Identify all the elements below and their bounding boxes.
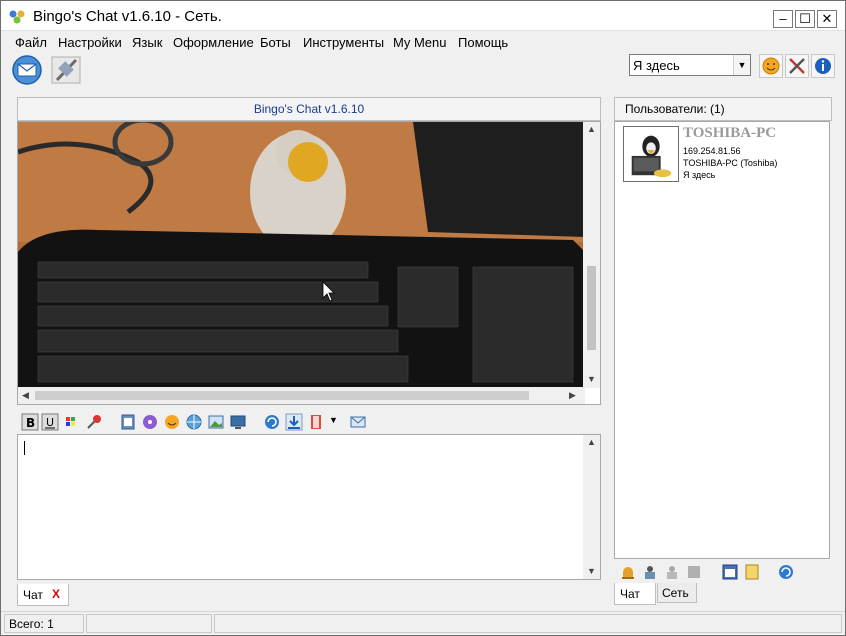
status-total-text: Всего: 1 [9, 617, 54, 631]
refresh-icon[interactable] [777, 563, 795, 581]
message-icon[interactable] [11, 54, 45, 86]
chat-panel: Bingo's Chat v1.6.10 ▲ ▼ ◀ ▶ B U ▼ ▲ ▼ Ч… [12, 94, 606, 606]
status-dropdown[interactable]: Я здесь ▼ [629, 54, 751, 76]
users-header: Пользователи: (1) [614, 97, 832, 121]
menu-file[interactable]: Файл [15, 35, 47, 50]
chat-view[interactable]: ▲ ▼ ◀ ▶ [17, 121, 601, 405]
color-palette-icon[interactable] [63, 413, 81, 431]
download-icon[interactable] [285, 413, 303, 431]
stop-gray-icon[interactable] [685, 563, 703, 581]
text-caret [24, 441, 25, 455]
tab-users-chat-label: Чат [620, 587, 640, 601]
scroll-thumb[interactable] [587, 266, 596, 350]
globe-icon[interactable] [185, 413, 203, 431]
tools-icon [789, 58, 805, 74]
menu-bar: Файл Настройки Язык Оформление Боты Инст… [1, 32, 845, 52]
menu-settings[interactable]: Настройки [58, 35, 122, 50]
users-list[interactable]: TOSHIBA-PC 169.254.81.56 TOSHIBA-PC (Tos… [614, 121, 830, 559]
status-cell [214, 614, 842, 633]
user-name: TOSHIBA-PC [683, 125, 777, 141]
menu-help[interactable]: Помощь [458, 35, 508, 50]
user-ip: 169.254.81.56 [683, 146, 741, 156]
app-logo-icon [9, 10, 25, 24]
underline-icon[interactable]: U [41, 413, 59, 431]
monitor-icon[interactable] [229, 413, 247, 431]
users-toolbar [614, 561, 830, 583]
maximize-button[interactable]: ☐ [795, 10, 815, 28]
menu-appearance[interactable]: Оформление [173, 35, 254, 50]
smiley-icon [762, 57, 780, 75]
list-item[interactable]: TOSHIBA-PC 169.254.81.56 TOSHIBA-PC (Tos… [615, 122, 829, 186]
refresh-icon[interactable] [263, 413, 281, 431]
close-icon[interactable]: X [52, 587, 60, 601]
status-bar: Всего: 1 [1, 611, 845, 635]
close-button[interactable]: ✕ [817, 10, 837, 28]
input-scrollbar[interactable]: ▲ ▼ [583, 435, 600, 579]
cd-icon[interactable] [141, 413, 159, 431]
user-host: TOSHIBA-PC (Toshiba) [683, 158, 778, 168]
printer-icon[interactable] [641, 563, 659, 581]
users-panel: Пользователи: (1) TOSHIBA-PC 169.254.81.… [614, 94, 834, 606]
image-icon[interactable] [119, 413, 137, 431]
camera-image [18, 122, 585, 388]
notes-icon[interactable] [743, 563, 761, 581]
scroll-thumb[interactable] [35, 391, 529, 400]
user-gray-icon[interactable] [663, 563, 681, 581]
avatar [623, 126, 679, 182]
menu-language[interactable]: Язык [132, 35, 162, 50]
bold-icon[interactable]: B [21, 413, 39, 431]
chat-vertical-scrollbar[interactable]: ▲ ▼ [583, 122, 600, 388]
status-value: Я здесь [633, 58, 680, 73]
bell-icon[interactable] [619, 563, 637, 581]
chat-header: Bingo's Chat v1.6.10 [17, 97, 601, 121]
smiley-button[interactable] [759, 54, 783, 78]
chevron-down-icon[interactable]: ▼ [733, 55, 750, 75]
tab-chat-label: Чат [23, 588, 43, 602]
info-button[interactable] [811, 54, 835, 78]
minimize-button[interactable]: – [773, 10, 793, 28]
bookmark-icon[interactable] [307, 413, 325, 431]
tab-network-label: Сеть [662, 586, 689, 600]
satellite-icon[interactable] [49, 54, 83, 86]
format-toolbar: B U ▼ [17, 410, 601, 434]
picture-icon[interactable] [207, 413, 225, 431]
info-icon [815, 58, 831, 74]
tab-users-chat[interactable]: Чат [614, 583, 656, 605]
tab-chat[interactable]: Чат X [17, 584, 69, 606]
window-title: Bingo's Chat v1.6.10 - Сеть. [33, 8, 222, 25]
envelope-icon[interactable] [349, 413, 367, 431]
svg-text:B: B [26, 416, 35, 430]
menu-my-menu[interactable]: My Menu [393, 35, 446, 50]
tab-network[interactable]: Сеть [657, 583, 697, 603]
smiley-icon[interactable] [163, 413, 181, 431]
chevron-down-icon[interactable]: ▼ [329, 415, 338, 425]
tools-button[interactable] [785, 54, 809, 78]
message-input[interactable]: ▲ ▼ [17, 434, 601, 580]
pin-icon[interactable] [85, 413, 103, 431]
menu-tools[interactable]: Инструменты [303, 35, 384, 50]
svg-text:U: U [46, 416, 54, 429]
user-status: Я здесь [683, 170, 716, 180]
title-bar: Bingo's Chat v1.6.10 - Сеть. – ☐ ✕ [1, 1, 845, 31]
app-window: Bingo's Chat v1.6.10 - Сеть. – ☐ ✕ Файл … [0, 0, 846, 636]
menu-bots[interactable]: Боты [260, 35, 291, 50]
status-total: Всего: 1 [4, 614, 84, 633]
status-cell [86, 614, 212, 633]
window-icon[interactable] [721, 563, 739, 581]
chat-horizontal-scrollbar[interactable]: ◀ ▶ [18, 387, 585, 404]
